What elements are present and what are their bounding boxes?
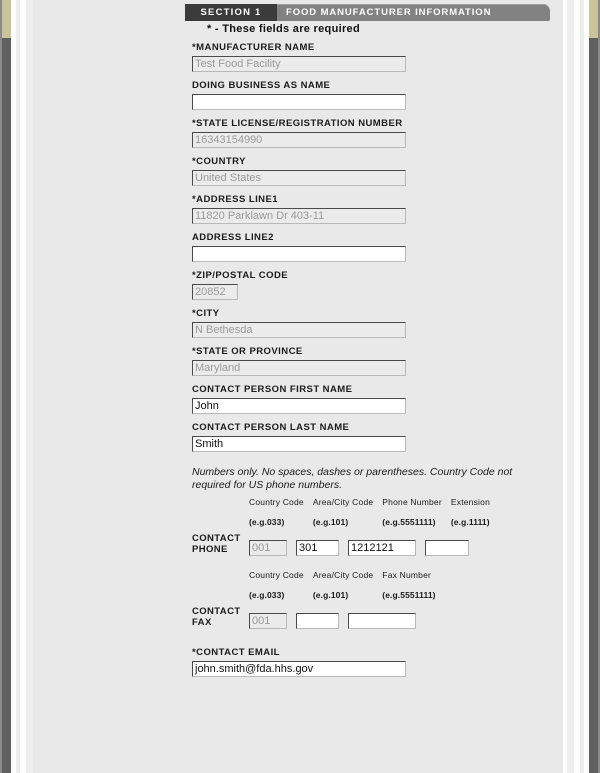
field-city: *CITY	[192, 308, 552, 338]
cell-fax-number	[348, 613, 416, 629]
cell-fax-country-code	[249, 613, 287, 629]
input-state-license[interactable]	[192, 132, 406, 148]
required-fields-note: * - These fields are required	[207, 23, 360, 35]
input-fax-number[interactable]	[348, 613, 416, 629]
input-state-or-province[interactable]	[192, 360, 406, 376]
section-number-badge: SECTION 1	[185, 4, 277, 21]
field-manufacturer-name: *MANUFACTURER NAME	[192, 42, 552, 72]
right-accent-dark	[589, 38, 598, 773]
contact-phone-col-number-head: Phone Number (e.g.5551111)	[382, 497, 442, 533]
header-fax-number: Fax Number	[382, 570, 432, 580]
cell-phone-extension	[425, 540, 469, 556]
label-state-license: *STATE LICENSE/REGISTRATION NUMBER	[192, 118, 403, 129]
input-city[interactable]	[192, 322, 406, 338]
contact-fax-header-spacer	[192, 570, 249, 606]
contact-fax-headers: Country Code (e.g.033) Area/City Code (e…	[192, 570, 552, 606]
label-contact-email: *CONTACT EMAIL	[192, 647, 280, 658]
input-zip-postal-code[interactable]	[192, 284, 238, 300]
input-phone-extension[interactable]	[425, 540, 469, 556]
contact-phone-headers: Country Code (e.g.033) Area/City Code (e…	[192, 497, 552, 533]
contact-phone-header-spacer	[192, 497, 249, 533]
label-manufacturer-name: *MANUFACTURER NAME	[192, 42, 315, 53]
contact-phone-col-extension-head: Extension (e.g.1111)	[451, 497, 490, 533]
label-contact-phone: CONTACT PHONE	[192, 533, 241, 555]
label-doing-business-as: DOING BUSINESS AS NAME	[192, 80, 331, 91]
input-phone-country-code[interactable]	[249, 540, 287, 556]
left-accent-khaki	[2, 0, 11, 38]
label-contact-fax: CONTACT FAX	[192, 606, 241, 628]
label-address-line1: *ADDRESS LINE1	[192, 194, 279, 205]
contact-fax-group: Country Code (e.g.033) Area/City Code (e…	[192, 570, 552, 629]
cell-phone-country-code	[249, 540, 287, 556]
page-frame: SECTION 1 FOOD MANUFACTURER INFORMATION …	[0, 0, 600, 773]
label-city: *CITY	[192, 308, 220, 319]
header-fax-area-city-code: Area/City Code	[312, 570, 374, 580]
input-address-line2[interactable]	[192, 246, 406, 262]
field-address-line1: *ADDRESS LINE1	[192, 194, 552, 224]
label-contact-first-name: CONTACT PERSON FIRST NAME	[192, 384, 353, 395]
contact-fax-col-country-code-head: Country Code (e.g.033)	[249, 570, 304, 606]
input-manufacturer-name[interactable]	[192, 56, 406, 72]
example-fax-area-city-code: (e.g.101)	[312, 590, 349, 600]
section-title: FOOD MANUFACTURER INFORMATION	[286, 7, 492, 18]
input-contact-last-name[interactable]	[192, 436, 406, 452]
input-country[interactable]	[192, 170, 406, 186]
label-state-or-province: *STATE OR PROVINCE	[192, 346, 303, 357]
label-zip-postal-code: *ZIP/POSTAL CODE	[192, 270, 289, 281]
contact-fax-row: CONTACT FAX	[192, 606, 552, 629]
field-doing-business-as: DOING BUSINESS AS NAME	[192, 80, 552, 110]
right-accent-khaki	[589, 0, 598, 38]
contact-phone-col-country-code-head: Country Code (e.g.033)	[249, 497, 304, 533]
input-address-line1[interactable]	[192, 208, 406, 224]
form-content-panel: SECTION 1 FOOD MANUFACTURER INFORMATION …	[33, 0, 563, 773]
example-area-city-code: (e.g.101)	[312, 517, 349, 527]
contact-phone-col-area-code-head: Area/City Code (e.g.101)	[313, 497, 373, 533]
phone-format-note: Numbers only. No spaces, dashes or paren…	[192, 466, 513, 491]
example-extension: (e.g.1111)	[450, 517, 490, 527]
cell-phone-number	[348, 540, 416, 556]
field-zip-postal-code: *ZIP/POSTAL CODE	[192, 270, 552, 300]
label-country: *COUNTRY	[192, 156, 246, 167]
manufacturer-information-form: *MANUFACTURER NAME DOING BUSINESS AS NAM…	[192, 42, 552, 685]
field-state-or-province: *STATE OR PROVINCE	[192, 346, 552, 376]
input-fax-country-code[interactable]	[249, 613, 287, 629]
input-doing-business-as[interactable]	[192, 94, 406, 110]
contact-fax-col-area-code-head: Area/City Code (e.g.101)	[313, 570, 373, 606]
field-country: *COUNTRY	[192, 156, 552, 186]
field-contact-email: *CONTACT EMAIL	[192, 647, 552, 677]
field-contact-first-name: CONTACT PERSON FIRST NAME	[192, 384, 552, 414]
header-fax-country-code: Country Code	[249, 570, 304, 580]
contact-phone-row: CONTACT PHONE	[192, 533, 552, 556]
header-phone-number: Phone Number	[382, 497, 442, 507]
contact-phone-group: Country Code (e.g.033) Area/City Code (e…	[192, 497, 552, 556]
cell-fax-area-code	[296, 613, 339, 629]
example-country-code: (e.g.033)	[249, 517, 285, 527]
example-fax-number: (e.g.5551111)	[382, 590, 436, 600]
label-contact-last-name: CONTACT PERSON LAST NAME	[192, 422, 350, 433]
left-accent-dark	[2, 38, 11, 773]
input-phone-number[interactable]	[348, 540, 416, 556]
field-state-license: *STATE LICENSE/REGISTRATION NUMBER	[192, 118, 552, 148]
field-address-line2: ADDRESS LINE2	[192, 232, 552, 262]
input-contact-email[interactable]	[192, 661, 406, 677]
example-fax-country-code: (e.g.033)	[249, 590, 285, 600]
label-address-line2: ADDRESS LINE2	[192, 232, 274, 243]
example-phone-number: (e.g.5551111)	[382, 517, 436, 527]
section-header-bar: SECTION 1 FOOD MANUFACTURER INFORMATION	[185, 4, 550, 21]
input-contact-first-name[interactable]	[192, 398, 406, 414]
header-area-city-code: Area/City Code	[312, 497, 374, 507]
header-extension: Extension	[450, 497, 491, 507]
right-panel-shadow	[567, 0, 574, 773]
header-country-code: Country Code	[249, 497, 304, 507]
contact-fax-col-number-head: Fax Number (e.g.5551111)	[382, 570, 435, 606]
input-fax-area-code[interactable]	[296, 613, 339, 629]
left-panel-shadow	[26, 0, 33, 773]
input-phone-area-code[interactable]	[296, 540, 339, 556]
cell-phone-area-code	[296, 540, 339, 556]
field-contact-last-name: CONTACT PERSON LAST NAME	[192, 422, 552, 452]
